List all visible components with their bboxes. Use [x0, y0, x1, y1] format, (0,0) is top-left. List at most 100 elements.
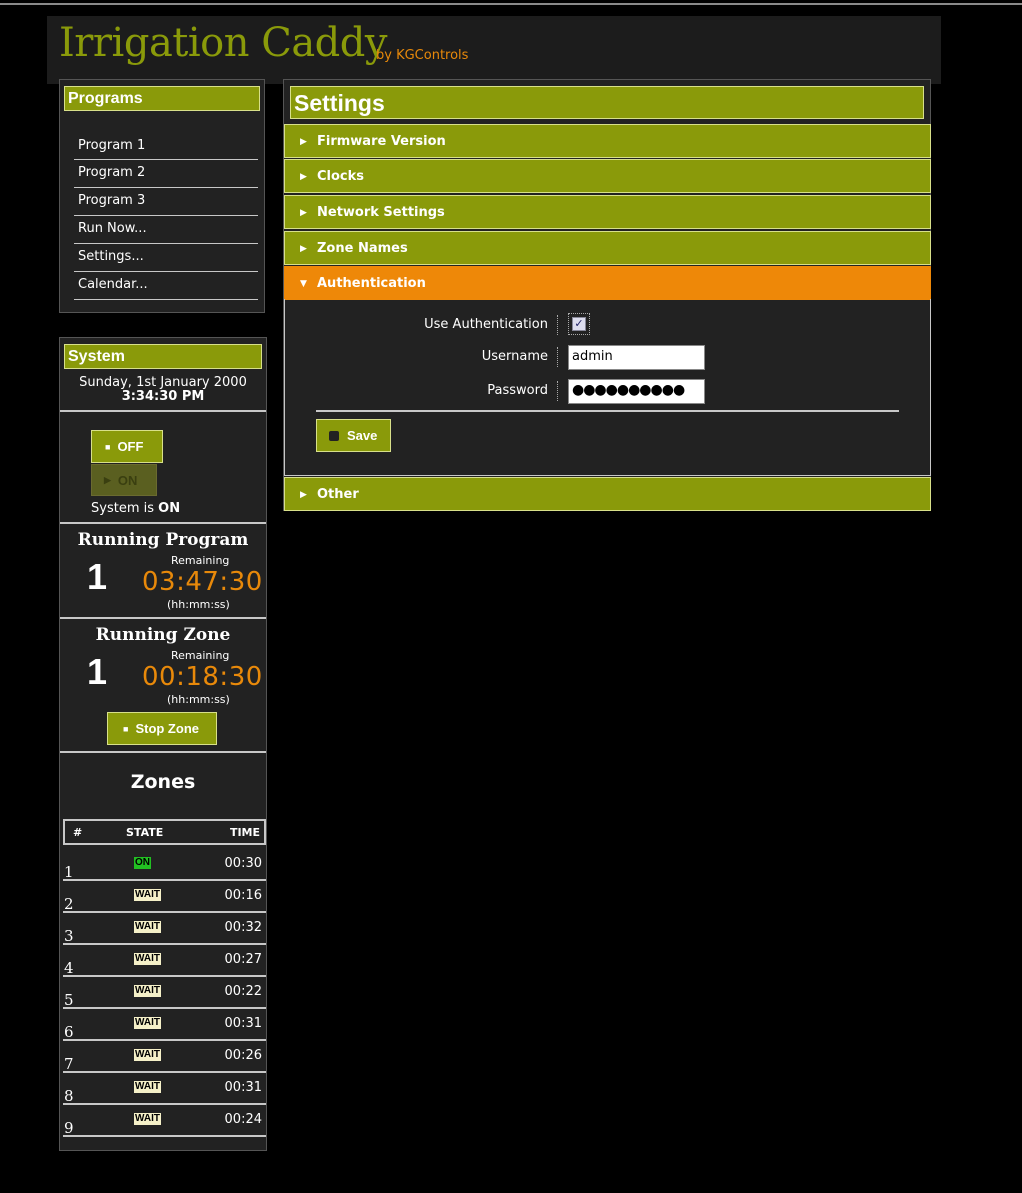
use-auth-label: Use Authentication — [424, 317, 548, 332]
divider — [60, 751, 266, 753]
password-input[interactable]: ●●●●●●●●●● — [568, 379, 705, 404]
running-zone-remaining-label: Remaining — [171, 649, 230, 662]
running-program-title: Running Program — [77, 530, 249, 550]
system-date: Sunday, 1st January 2000 — [79, 375, 247, 390]
system-title: System — [64, 344, 262, 369]
section-label: Zone Names — [317, 241, 408, 256]
zone-time: 00:24 — [224, 1112, 262, 1127]
menu-item-calendar[interactable]: Calendar... — [74, 272, 258, 300]
password-row: Password ●●●●●●●●●● — [285, 379, 932, 405]
zones-title: Zones — [130, 771, 196, 793]
zone-state-badge: WAIT — [134, 1049, 161, 1061]
zone-time: 00:31 — [224, 1080, 262, 1095]
section-other[interactable]: ▶ Other — [284, 477, 931, 511]
zone-number: 4 — [64, 959, 74, 977]
programs-panel: Programs Program 1 Program 2 Program 3 R… — [59, 79, 265, 313]
authentication-form: Use Authentication ✓ Username admin Pass… — [284, 299, 931, 476]
app-byline: by KGControls — [376, 48, 469, 63]
running-program-countdown: 03:47:30 — [142, 567, 263, 597]
section-clocks[interactable]: ▶ Clocks — [284, 159, 931, 193]
system-status-value: ON — [158, 501, 181, 516]
zone-number: 7 — [64, 1055, 74, 1073]
caret-right-icon: ▶ — [300, 137, 307, 147]
section-label: Other — [317, 487, 359, 502]
app-header: Irrigation Caddy by KGControls — [47, 16, 941, 84]
stop-icon: ■ — [123, 723, 129, 734]
zone-row: 8 WAIT 00:31 — [63, 1073, 266, 1105]
system-status-prefix: System is — [91, 501, 154, 516]
zone-state-badge: WAIT — [134, 889, 161, 901]
system-off-label: OFF — [117, 439, 144, 454]
zone-number: 5 — [64, 991, 74, 1009]
zone-number: 8 — [64, 1087, 74, 1105]
section-label: Authentication — [317, 276, 426, 291]
zone-number: 2 — [64, 895, 74, 913]
zone-state-badge: WAIT — [134, 953, 161, 965]
zone-number: 6 — [64, 1023, 74, 1041]
divider — [60, 522, 266, 524]
caret-right-icon: ▶ — [300, 172, 307, 182]
app-title: Irrigation Caddy — [59, 20, 387, 66]
password-label: Password — [487, 383, 548, 398]
system-panel: System Sunday, 1st January 2000 3:34:30 … — [59, 337, 267, 1151]
menu-item-program-1[interactable]: Program 1 — [74, 133, 258, 160]
running-program-remaining-label: Remaining — [171, 554, 230, 567]
field-separator — [557, 315, 558, 335]
username-label: Username — [481, 349, 548, 364]
stop-zone-button[interactable]: ■ Stop Zone — [107, 712, 217, 745]
zone-row: 6 WAIT 00:31 — [63, 1009, 266, 1041]
zone-state-badge: ON — [134, 857, 151, 869]
zone-row: 7 WAIT 00:26 — [63, 1041, 266, 1073]
caret-right-icon: ▶ — [300, 208, 307, 218]
running-zone-countdown: 00:18:30 — [142, 662, 263, 692]
running-zone-title: Running Zone — [95, 625, 231, 645]
menu-item-settings[interactable]: Settings... — [74, 244, 258, 272]
system-off-button[interactable]: ■ OFF — [91, 430, 163, 463]
zones-col-number: # — [73, 826, 83, 839]
section-network-settings[interactable]: ▶ Network Settings — [284, 195, 931, 229]
system-on-button[interactable]: ▶ ON — [91, 464, 157, 496]
menu-item-run-now[interactable]: Run Now... — [74, 216, 258, 244]
username-input[interactable]: admin — [568, 345, 705, 370]
field-separator — [557, 381, 558, 401]
play-icon: ▶ — [104, 474, 111, 485]
form-divider — [316, 410, 899, 412]
zone-time: 00:16 — [224, 888, 262, 903]
checkmark-icon: ✓ — [572, 317, 586, 331]
section-zone-names[interactable]: ▶ Zone Names — [284, 231, 931, 265]
use-auth-checkbox[interactable]: ✓ — [568, 313, 590, 335]
caret-down-icon: ▼ — [300, 279, 307, 289]
zones-col-time: TIME — [229, 826, 260, 839]
zone-time: 00:30 — [224, 856, 262, 871]
system-status: System is ON — [91, 501, 180, 516]
zone-time: 00:32 — [224, 920, 262, 935]
zone-time: 00:31 — [224, 1016, 262, 1031]
divider — [60, 410, 266, 412]
settings-panel: Settings ▶ Firmware Version ▶ Clocks ▶ Netw… — [283, 79, 931, 511]
section-firmware-version[interactable]: ▶ Firmware Version — [284, 124, 931, 158]
zone-state-badge: WAIT — [134, 1113, 161, 1125]
save-icon — [329, 430, 339, 441]
divider — [60, 617, 266, 619]
username-row: Username admin — [285, 345, 932, 371]
zone-row: 1 ON 00:30 — [63, 849, 266, 881]
section-label: Clocks — [317, 169, 365, 184]
zone-time: 00:27 — [224, 952, 262, 967]
use-auth-row: Use Authentication ✓ — [285, 313, 932, 339]
section-label: Firmware Version — [317, 134, 446, 149]
save-label: Save — [347, 428, 378, 443]
zone-time: 00:26 — [224, 1048, 262, 1063]
zone-row: 4 WAIT 00:27 — [63, 945, 266, 977]
section-authentication[interactable]: ▼ Authentication — [284, 266, 931, 300]
save-button[interactable]: Save — [316, 419, 391, 452]
running-zone-number: 1 — [87, 651, 108, 692]
top-divider — [0, 3, 1022, 5]
menu-item-program-3[interactable]: Program 3 — [74, 188, 258, 216]
programs-menu: Program 1 Program 2 Program 3 Run Now...… — [74, 133, 258, 300]
stop-zone-label: Stop Zone — [135, 721, 199, 736]
running-program-number: 1 — [87, 556, 108, 597]
zone-state-badge: WAIT — [134, 1017, 161, 1029]
zone-row: 9 WAIT 00:24 — [63, 1105, 266, 1137]
menu-item-program-2[interactable]: Program 2 — [74, 160, 258, 188]
running-program-format: (hh:mm:ss) — [167, 598, 230, 611]
